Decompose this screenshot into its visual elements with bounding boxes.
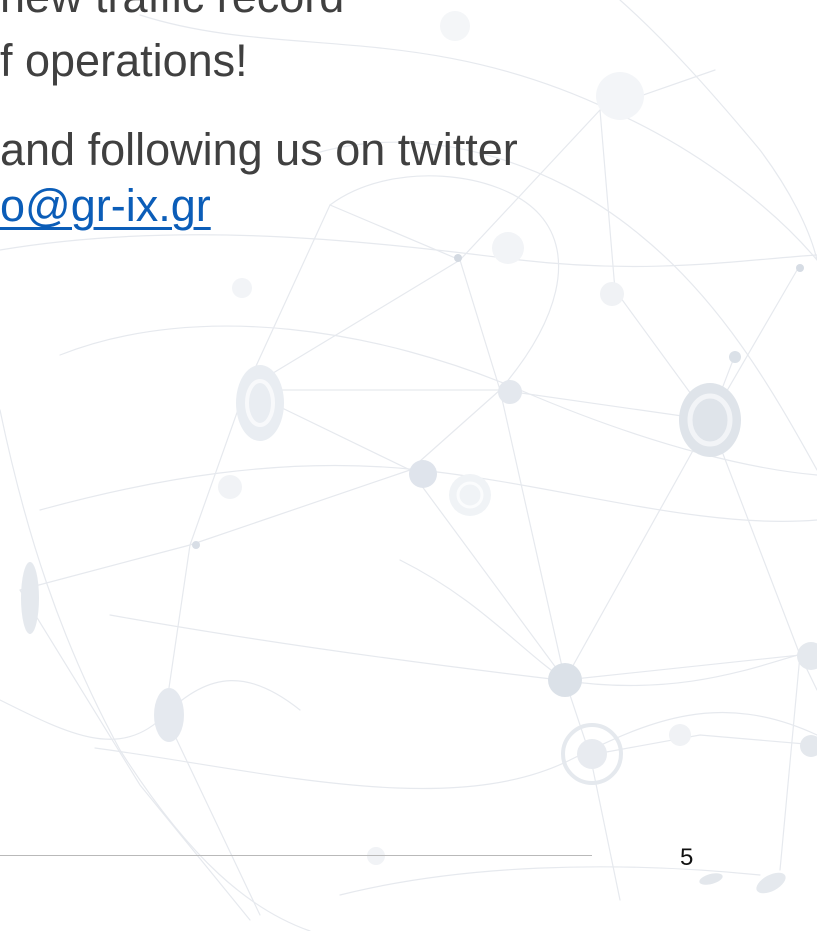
- footer-divider: [0, 855, 592, 856]
- twitter-follow-text: and following us on twitter: [0, 124, 518, 175]
- presentation-slide: new traffic record f operations! and fol…: [0, 0, 817, 931]
- page-number: 5: [680, 844, 694, 871]
- email-line: o@gr-ix.gr: [0, 183, 211, 228]
- operations-text: f operations!: [0, 35, 248, 86]
- clipped-slide-text: new traffic record: [0, 0, 344, 19]
- email-link[interactable]: o@gr-ix.gr: [0, 180, 211, 231]
